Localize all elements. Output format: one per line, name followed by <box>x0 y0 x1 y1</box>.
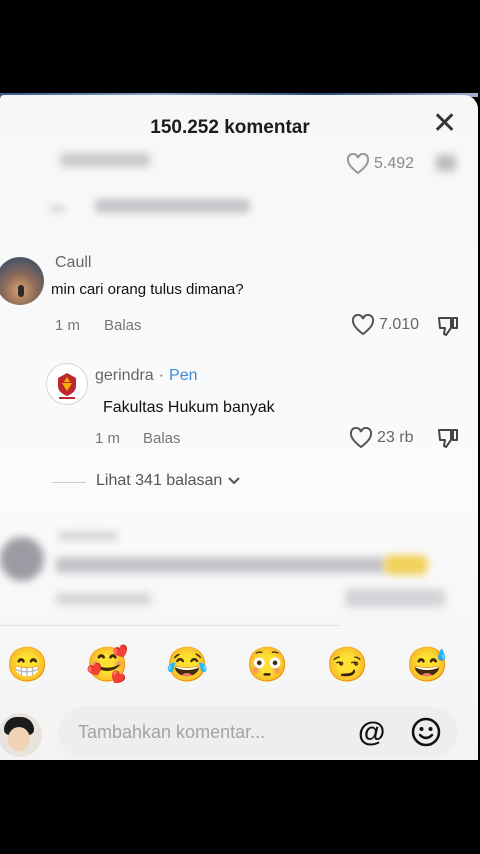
badge-faded <box>203 367 243 385</box>
reply-username-row: gerindra · Pen <box>95 367 243 385</box>
reply-reply-button[interactable]: Balas <box>143 430 181 447</box>
view-replies-divider <box>52 482 86 483</box>
emoji-picker-icon[interactable] <box>410 716 442 748</box>
emoji-hearts[interactable]: 🥰 <box>86 643 128 687</box>
emoji-grin[interactable]: 😁 <box>6 643 48 687</box>
blurred-dislike-icon <box>436 155 456 171</box>
heart-icon <box>351 314 375 336</box>
my-avatar[interactable] <box>0 713 42 757</box>
blurred-meta <box>56 593 151 605</box>
view-replies-button[interactable]: Lihat 341 balasan <box>96 472 241 490</box>
quick-emoji-row: 😁 🥰 😂 😳 😏 😅 <box>0 643 478 693</box>
avatar-figure <box>18 285 24 297</box>
heart-icon <box>349 427 373 449</box>
blurred-like-value: 5.492 <box>374 155 415 172</box>
like-count: 7.010 <box>379 316 420 333</box>
reply-button[interactable]: Balas <box>104 317 142 334</box>
heart-icon <box>346 153 370 175</box>
blurred-like-count[interactable]: 5.492 <box>346 153 414 175</box>
dislike-icon[interactable] <box>436 314 460 338</box>
reply-time: 1 m <box>95 430 121 447</box>
gerindra-avatar[interactable] <box>46 363 88 405</box>
comment-input[interactable]: Tambahkan komentar... @ <box>58 707 458 757</box>
creator-badge: Pen <box>169 367 198 384</box>
blurred-likes <box>345 589 445 607</box>
garuda-logo-icon <box>58 373 76 399</box>
reply-text: Fakultas Hukum banyak <box>103 399 275 416</box>
comment-count-title: 150.252 komentar <box>150 117 310 138</box>
comments-sheet: 150.252 komentar ✕ 5.492 Caull min cari … <box>0 95 478 760</box>
like-button[interactable]: 7.010 <box>351 314 419 336</box>
reply-like-count: 23 rb <box>377 429 414 446</box>
blurred-emoji <box>384 555 428 575</box>
mention-icon[interactable]: @ <box>358 716 385 748</box>
composer-divider <box>0 625 340 626</box>
comment-username[interactable]: Caull <box>55 254 91 272</box>
blurred-comment-text <box>56 557 386 573</box>
view-replies-label: Lihat 341 balasan <box>96 472 223 489</box>
emoji-joy[interactable]: 😂 <box>166 643 208 687</box>
emoji-smirk[interactable]: 😏 <box>326 643 368 687</box>
comment-text: min cari orang tulus dimana? <box>51 281 244 298</box>
avatar-face <box>8 727 30 751</box>
dislike-icon[interactable] <box>436 426 460 450</box>
emoji-flushed[interactable]: 😳 <box>246 643 288 687</box>
blurred-comment-meta <box>60 153 150 167</box>
close-icon[interactable]: ✕ <box>432 109 457 139</box>
blurred-view-replies <box>95 199 250 213</box>
blurred-divider <box>50 207 64 211</box>
blurred-username <box>58 531 118 541</box>
emoji-sweat-smile[interactable]: 😅 <box>406 643 448 687</box>
badge-separator: · <box>158 367 165 384</box>
reply-username[interactable]: gerindra <box>95 367 154 385</box>
blurred-avatar <box>0 537 44 581</box>
comment-time: 1 m <box>55 317 81 334</box>
avatar[interactable] <box>0 257 44 305</box>
comment-placeholder: Tambahkan komentar... <box>78 722 266 742</box>
chevron-down-icon <box>228 477 241 485</box>
reply-like-button[interactable]: 23 rb <box>349 427 413 449</box>
